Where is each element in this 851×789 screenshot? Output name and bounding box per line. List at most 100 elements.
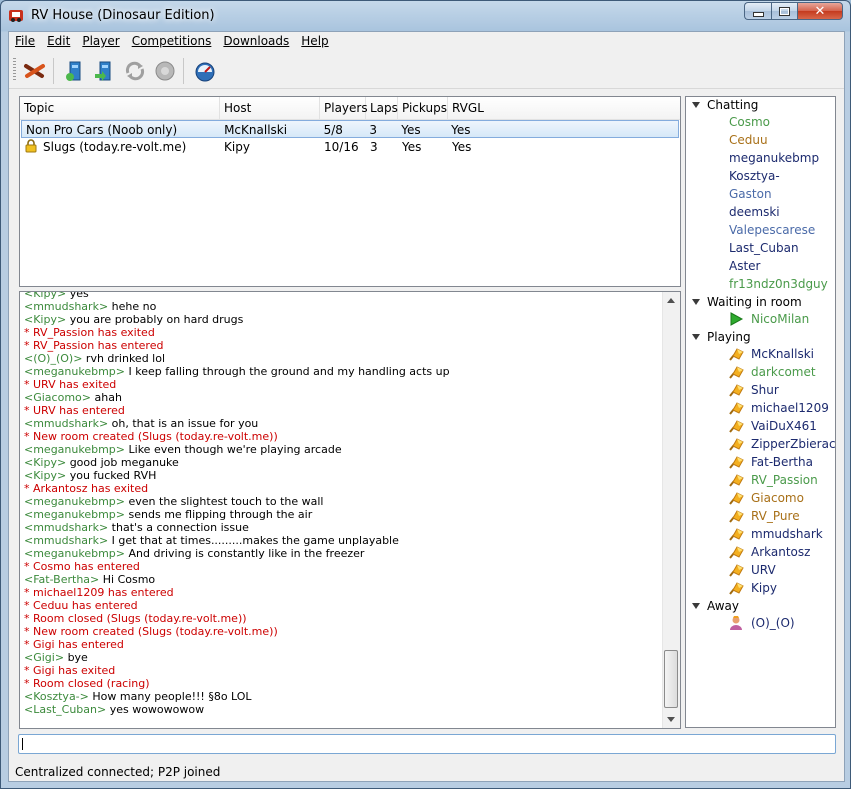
menu-help[interactable]: Help <box>295 32 334 52</box>
chat-nick[interactable]: Kipy <box>33 313 57 326</box>
user-name[interactable]: RV_Passion <box>751 472 818 489</box>
user-name[interactable]: Valepescarese <box>729 222 815 239</box>
close-button[interactable]: ✕ <box>797 2 843 20</box>
collapse-icon[interactable] <box>692 102 700 108</box>
chat-nick[interactable]: meganukebmp <box>33 495 116 508</box>
nick-bracket: > <box>115 508 129 521</box>
scroll-down-icon[interactable] <box>667 717 675 722</box>
join-room-button[interactable] <box>92 58 118 84</box>
col-topic[interactable]: Topic <box>20 97 220 119</box>
user-name[interactable]: mmudshark <box>751 526 823 543</box>
user-name[interactable]: Gaston <box>729 186 772 203</box>
maximize-button[interactable] <box>771 2 797 20</box>
collapse-icon[interactable] <box>692 334 700 340</box>
refresh-button[interactable] <box>122 58 148 84</box>
user-name[interactable]: Shur <box>751 382 779 399</box>
group-chatting[interactable]: Chatting <box>692 97 758 114</box>
user-name[interactable]: ZipperZbieracz <box>751 436 835 453</box>
chat-line: <mmudshark> that's a connection issue <box>24 521 664 534</box>
user-name[interactable]: (O)_(O) <box>751 615 795 632</box>
room-row[interactable]: Slugs (today.re-volt.me) Kipy 10/16 3 Yes Yes <box>20 138 680 156</box>
chat-nick[interactable]: meganukebmp <box>33 508 116 521</box>
chat-nick[interactable]: meganukebmp <box>33 365 116 378</box>
chat-nick[interactable]: Kipy <box>33 292 57 300</box>
chat-line: * Arkantosz has exited <box>24 482 664 495</box>
user-name[interactable]: Fat-Bertha <box>751 454 813 471</box>
launch-game-button[interactable] <box>152 58 178 84</box>
user-name[interactable]: meganukebmp <box>729 150 819 167</box>
chat-nick[interactable]: Gigi <box>33 651 55 664</box>
chat-nick[interactable]: meganukebmp <box>33 547 116 560</box>
title-bar[interactable]: RV House (Dinosaur Edition) ✕ <box>1 1 850 31</box>
chat-nick[interactable]: mmudshark <box>33 534 99 547</box>
user-name[interactable]: Aster <box>729 258 760 275</box>
menu-downloads[interactable]: Downloads <box>217 32 295 52</box>
minimize-button[interactable] <box>744 2 771 20</box>
collapse-icon[interactable] <box>692 603 700 609</box>
group-waiting[interactable]: Waiting in room <box>692 294 802 311</box>
main-window: RV House (Dinosaur Edition) ✕ File Edit … <box>0 0 851 789</box>
chat-nick[interactable]: Last_Cuban <box>33 703 97 716</box>
chat-scrollbar[interactable] <box>662 292 680 728</box>
chat-nick[interactable]: (O)_(O) <box>33 352 73 365</box>
collapse-icon[interactable] <box>692 299 700 305</box>
user-name[interactable]: NicoMilan <box>751 311 809 328</box>
user-name[interactable]: Kipy <box>751 580 777 597</box>
scroll-thumb[interactable] <box>664 650 678 708</box>
user-name[interactable]: fr13ndz0n3dguy <box>729 276 828 293</box>
nick-bracket: < <box>24 547 34 560</box>
user-name[interactable]: darkcomet <box>751 364 816 381</box>
chat-nick[interactable]: Giacomo <box>33 391 82 404</box>
scroll-up-icon[interactable] <box>667 298 675 303</box>
settings-gauge-button[interactable] <box>192 58 218 84</box>
room-row[interactable]: Non Pro Cars (Noob only) McKnallski 5/8 3 Ye… <box>21 120 679 138</box>
chat-nick[interactable]: Fat-Bertha <box>33 573 90 586</box>
col-players[interactable]: Players <box>320 97 368 119</box>
col-rvgl[interactable]: RVGL <box>448 97 680 119</box>
toolbar-grip[interactable] <box>13 58 16 82</box>
menu-edit[interactable]: Edit <box>41 32 76 52</box>
chat-line: * RV_Passion has entered <box>24 339 664 352</box>
group-label: Chatting <box>707 98 759 112</box>
nick-bracket: < <box>24 443 34 456</box>
user-name[interactable]: michael1209 <box>751 400 829 417</box>
user-name[interactable]: URV <box>751 562 776 579</box>
chat-nick[interactable]: meganukebmp <box>33 443 116 456</box>
nick-bracket: > <box>56 313 70 326</box>
chat-nick[interactable]: mmudshark <box>33 417 99 430</box>
user-name[interactable]: RV_Pure <box>751 508 800 525</box>
chat-text: even the slightest touch to the wall <box>128 495 324 508</box>
user-name[interactable]: McKnallski <box>751 346 814 363</box>
menu-competitions[interactable]: Competitions <box>126 32 218 52</box>
user-name[interactable]: Arkantosz <box>751 544 810 561</box>
group-playing[interactable]: Playing <box>692 329 751 346</box>
user-name[interactable]: VaiDuX461 <box>751 418 817 435</box>
host-room-button[interactable] <box>62 58 88 84</box>
chat-nick[interactable]: Kipy <box>33 469 57 482</box>
col-host[interactable]: Host <box>220 97 320 119</box>
chat-nick[interactable]: mmudshark <box>33 521 99 534</box>
col-pickups[interactable]: Pickups <box>398 97 448 119</box>
user-name[interactable]: Giacomo <box>751 490 804 507</box>
chat-log[interactable]: <Kipy> yes <mmudshark> hehe no <Kipy> you … <box>19 291 681 729</box>
user-name[interactable]: Kosztya- <box>729 168 780 185</box>
chat-nick[interactable]: mmudshark <box>33 300 99 313</box>
menu-player[interactable]: Player <box>76 32 125 52</box>
chat-nick[interactable]: Kosztya- <box>33 690 79 703</box>
system-message: * URV has exited <box>24 378 117 391</box>
user-name[interactable]: Last_Cuban <box>729 240 799 257</box>
disconnect-button[interactable] <box>22 58 48 84</box>
user-name[interactable]: Cosmo <box>729 114 770 131</box>
chat-text: sends me flipping through the air <box>128 508 313 521</box>
racing-flag-icon <box>729 510 744 523</box>
racing-flag-icon <box>729 528 744 541</box>
chat-input[interactable] <box>18 734 836 754</box>
user-name[interactable]: Ceduu <box>729 132 768 149</box>
user-name[interactable]: deemski <box>729 204 780 221</box>
chat-text: you fucked RVH <box>69 469 157 482</box>
chat-nick[interactable]: Kipy <box>33 456 57 469</box>
system-message: * New room created (Slugs (today.re-volt… <box>24 430 278 443</box>
col-laps[interactable]: Laps <box>366 97 398 119</box>
group-away[interactable]: Away <box>692 598 739 615</box>
menu-file[interactable]: File <box>9 32 41 52</box>
